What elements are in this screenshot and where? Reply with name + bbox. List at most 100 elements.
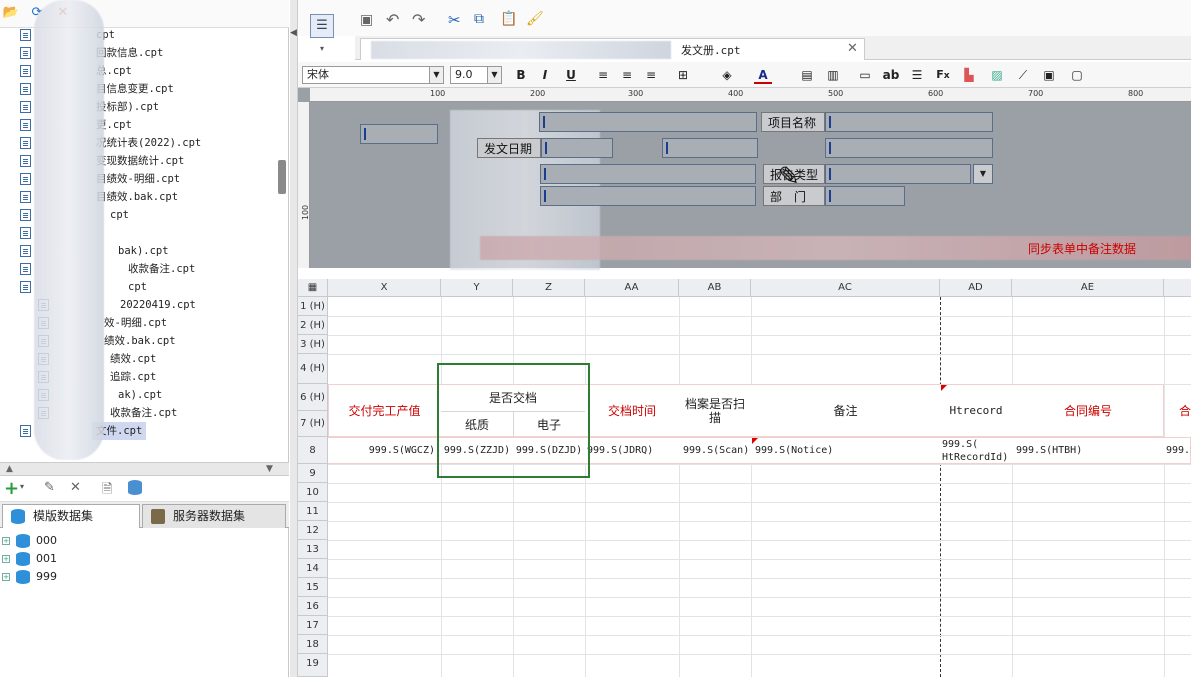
row-header[interactable]: 18 xyxy=(298,635,328,654)
dataset-item[interactable]: +999 xyxy=(0,568,57,586)
row-header[interactable]: 10 xyxy=(298,483,328,502)
tab-template-dataset[interactable]: 模版数据集 xyxy=(2,504,140,528)
dropdown-arrow-icon[interactable]: ▾ xyxy=(320,44,324,53)
row-header[interactable]: 4 (H) xyxy=(298,354,328,384)
collapse-left-icon[interactable]: ▲ xyxy=(6,464,13,474)
expand-icon[interactable]: + xyxy=(2,555,10,563)
row-header[interactable]: 3 (H) xyxy=(298,335,328,354)
row-header[interactable]: 8 xyxy=(298,437,328,464)
paragraph-icon[interactable]: ☰ xyxy=(908,66,926,84)
row-header[interactable]: 16 xyxy=(298,597,328,616)
slash-icon[interactable]: ⟋ xyxy=(1014,66,1032,84)
header-cell[interactable]: 档案是否扫描 xyxy=(679,384,751,437)
dataset-item[interactable]: +000 xyxy=(0,532,57,550)
column-header[interactable]: AC xyxy=(751,279,940,297)
data-cell[interactable]: 999.S(WGCZ) xyxy=(328,437,441,464)
column-header[interactable]: AB xyxy=(679,279,751,297)
header-cell[interactable]: Htrecord xyxy=(940,384,1012,437)
save-icon[interactable]: ▣ xyxy=(360,12,373,28)
expand-icon[interactable]: + xyxy=(2,537,10,545)
column-header[interactable]: AA xyxy=(585,279,679,297)
font-color-icon[interactable]: A xyxy=(754,66,772,84)
param-input[interactable] xyxy=(539,112,757,132)
select-all-corner[interactable]: ▦ xyxy=(298,279,328,297)
border-icon[interactable]: ⊞ xyxy=(674,66,692,84)
paste-icon[interactable]: 📋 xyxy=(500,11,517,27)
underline-icon[interactable]: U xyxy=(562,66,580,84)
header-cell[interactable]: 合 xyxy=(1164,384,1191,437)
row-header[interactable]: 6 (H) xyxy=(298,384,328,411)
row-header[interactable]: 1 (H) xyxy=(298,297,328,316)
column-header[interactable]: AD xyxy=(940,279,1012,297)
hide-icon[interactable]: ✎ xyxy=(778,162,800,192)
fill-color-icon[interactable]: ◈ xyxy=(718,66,736,84)
dropdown-arrow-icon[interactable]: ▼ xyxy=(429,67,443,83)
collapse-down-icon[interactable]: ▼ xyxy=(266,464,273,474)
align-center-icon[interactable]: ≡ xyxy=(618,66,636,84)
header-cell[interactable]: 合同编号 xyxy=(1012,384,1164,437)
data-cell[interactable]: 999.S xyxy=(1164,437,1191,464)
more-icon[interactable]: ▢ xyxy=(1068,66,1086,84)
row-header[interactable]: 9 xyxy=(298,464,328,483)
panel-splitter[interactable]: ▲ ▼ xyxy=(0,462,289,476)
data-cell[interactable]: 999.S(JDRQ) xyxy=(585,437,679,464)
preview-icon[interactable]: 🗎 xyxy=(102,480,112,502)
edit-icon[interactable]: ✎ xyxy=(44,480,55,495)
sub-report-icon[interactable]: ▣ xyxy=(1040,66,1058,84)
undo-icon[interactable]: ↶ xyxy=(386,10,399,29)
issue-date-end-input[interactable] xyxy=(662,138,758,158)
column-header[interactable]: Y xyxy=(441,279,513,297)
document-tab[interactable]: 发文册.cpt ✕ xyxy=(360,38,865,60)
dropdown-arrow-icon[interactable]: ▼ xyxy=(487,67,501,83)
insert-row-icon[interactable]: ▭ xyxy=(856,66,874,84)
dataset-item[interactable]: +001 xyxy=(0,550,57,568)
close-tab-icon[interactable]: ✕ xyxy=(847,41,858,56)
add-dataset-icon[interactable]: + xyxy=(4,478,19,499)
redo-icon[interactable]: ↷ xyxy=(412,10,425,29)
data-cell[interactable]: 999.S(HtRecordId) xyxy=(940,437,1012,464)
collapse-strip[interactable]: ◀ xyxy=(290,0,298,677)
font-family-select[interactable]: 宋体 ▼ xyxy=(302,66,444,84)
row-header[interactable]: 14 xyxy=(298,559,328,578)
data-cell[interactable]: 999.S(HTBH) xyxy=(1012,437,1164,464)
param-input[interactable] xyxy=(825,138,993,158)
param-input[interactable] xyxy=(360,124,438,144)
param-input[interactable] xyxy=(540,186,756,206)
bold-icon[interactable]: B xyxy=(512,66,530,84)
font-size-select[interactable]: 9.0 ▼ xyxy=(450,66,502,84)
row-header[interactable]: 19 xyxy=(298,654,328,677)
row-header[interactable]: 11 xyxy=(298,502,328,521)
vertical-scrollbar-thumb[interactable] xyxy=(278,160,286,194)
report-type-select[interactable] xyxy=(825,164,971,184)
row-header[interactable]: 13 xyxy=(298,540,328,559)
database-refresh-icon[interactable] xyxy=(128,480,142,495)
text-icon[interactable]: ab xyxy=(882,66,900,84)
align-right-icon[interactable]: ≡ xyxy=(642,66,660,84)
param-input[interactable] xyxy=(540,164,756,184)
header-cell[interactable]: 交付完工产值 xyxy=(328,384,441,437)
row-header[interactable]: 15 xyxy=(298,578,328,597)
tab-server-dataset[interactable]: 服务器数据集 xyxy=(142,504,286,528)
column-header[interactable]: AE xyxy=(1012,279,1164,297)
row-header[interactable]: 7 (H) xyxy=(298,411,328,437)
chart-icon[interactable]: ▙ xyxy=(960,66,978,84)
column-header[interactable]: Z xyxy=(513,279,585,297)
formula-icon[interactable]: Fx xyxy=(934,66,952,84)
header-cell[interactable]: 交档时间 xyxy=(585,384,679,437)
expand-icon[interactable]: + xyxy=(2,573,10,581)
column-header[interactable] xyxy=(1164,279,1191,297)
copy-icon[interactable]: ⧉ xyxy=(474,11,484,27)
unmerge-icon[interactable]: ▥ xyxy=(824,66,842,84)
department-input[interactable] xyxy=(825,186,905,206)
image-icon[interactable]: ▨ xyxy=(988,66,1006,84)
collapse-arrow-icon[interactable]: ◀ xyxy=(290,28,297,38)
issue-date-start-input[interactable] xyxy=(541,138,613,158)
dropdown-arrow-icon[interactable]: ▼ xyxy=(973,164,993,184)
row-header[interactable]: 17 xyxy=(298,616,328,635)
header-cell[interactable]: 备注 xyxy=(751,384,940,437)
data-cell[interactable]: 999.S(Notice) xyxy=(751,437,940,464)
italic-icon[interactable]: I xyxy=(536,66,554,84)
remove-icon[interactable]: ✕ xyxy=(70,480,81,495)
project-name-input[interactable] xyxy=(825,112,993,132)
dropdown-arrow-icon[interactable]: ▾ xyxy=(20,482,24,491)
